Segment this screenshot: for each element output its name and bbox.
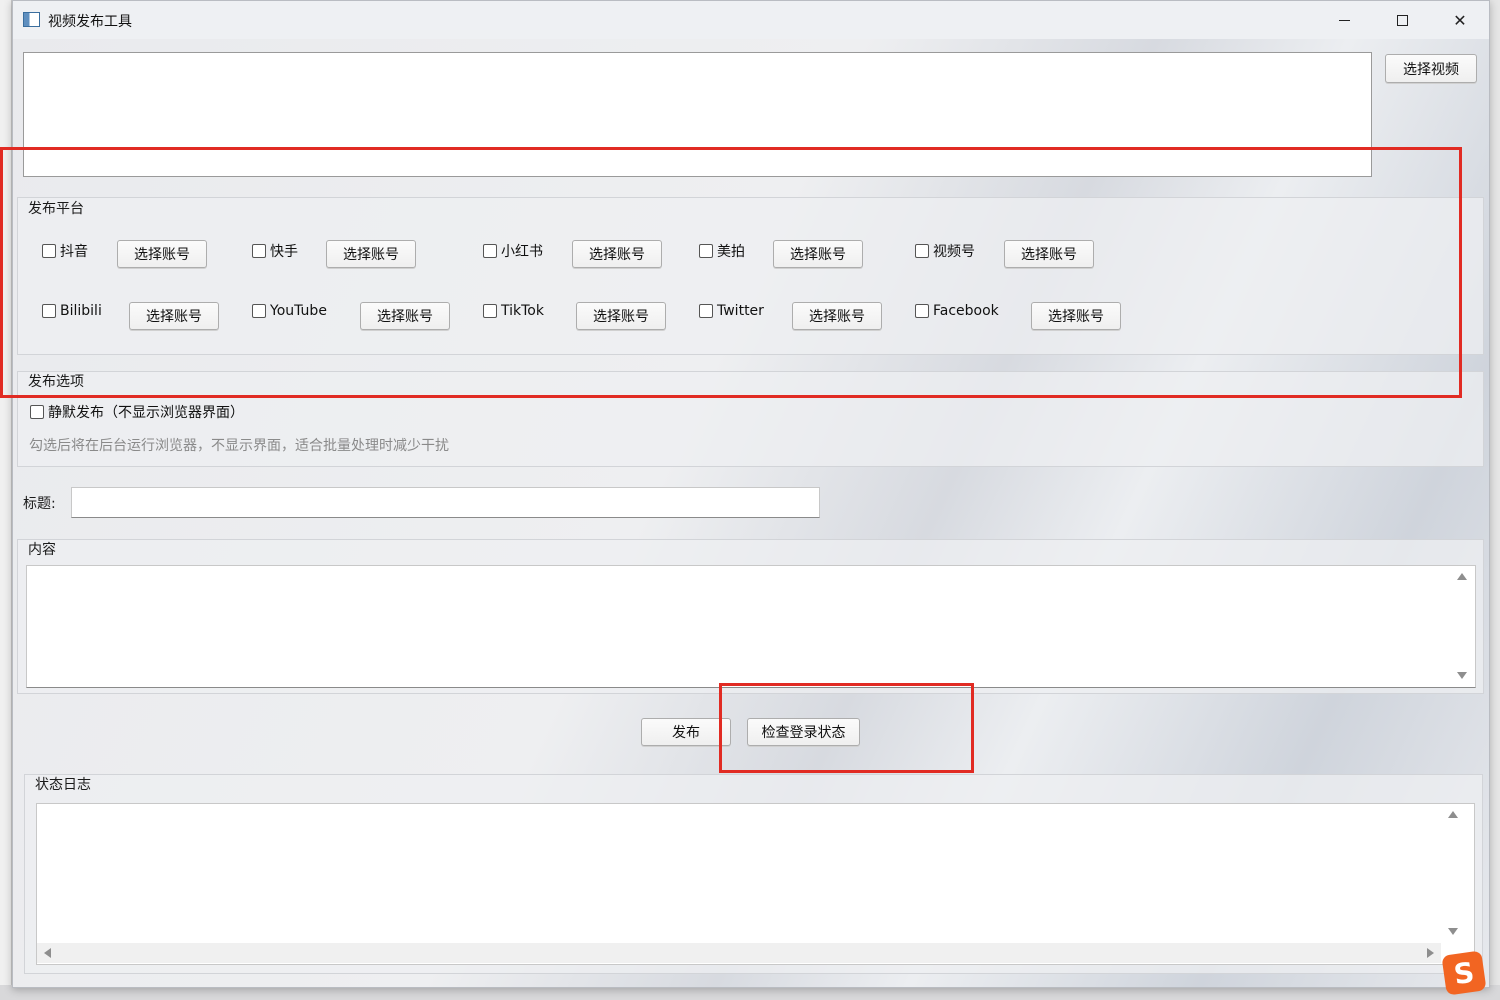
background-window-edge-right [1490,0,1500,1000]
minimize-button[interactable] [1315,1,1373,39]
platform-checkbox-bilibili[interactable]: Bilibili [42,303,102,319]
title-bar[interactable]: 视频发布工具 ✕ [13,1,1489,39]
select-account-button-tiktok[interactable]: 选择账号 [576,302,666,330]
content-group-title: 内容 [28,542,56,558]
status-log-textarea[interactable] [36,803,1475,965]
silent-publish-label: 静默发布（不显示浏览器界面） [48,405,244,421]
log-scroll-up-icon[interactable] [1448,811,1458,818]
platform-checkbox-twitter[interactable]: Twitter [699,303,764,319]
platform-label: 抖音 [60,244,88,260]
platform-label: TikTok [501,303,544,319]
select-account-button-kuaishou[interactable]: 选择账号 [326,240,416,268]
title-label: 标题: [23,496,56,512]
log-scroll-left-icon[interactable] [44,948,51,958]
maximize-icon [1396,14,1408,26]
select-account-button-meipai[interactable]: 选择账号 [773,240,863,268]
checkbox-box[interactable] [252,304,266,318]
platform-label: Facebook [933,303,999,319]
video-file-list[interactable] [23,52,1372,177]
select-account-button-shipinhao[interactable]: 选择账号 [1004,240,1094,268]
select-account-button-bilibili[interactable]: 选择账号 [129,302,219,330]
app-window: 视频发布工具 ✕ 选择视频 发布平台 抖音 选择账号 快手 选择账号 小红书 选… [12,0,1490,988]
platform-label: Twitter [717,303,764,319]
checkbox-box[interactable] [699,244,713,258]
platform-checkbox-tiktok[interactable]: TikTok [483,303,544,319]
select-account-button-xiaohongshu[interactable]: 选择账号 [572,240,662,268]
check-login-button[interactable]: 检查登录状态 [747,718,860,746]
app-icon [23,12,40,27]
platform-group-title: 发布平台 [28,201,84,217]
checkbox-box[interactable] [699,304,713,318]
window-title: 视频发布工具 [48,14,132,30]
publish-button[interactable]: 发布 [641,718,731,746]
platform-checkbox-xiaohongshu[interactable]: 小红书 [483,241,543,261]
platform-checkbox-youtube[interactable]: YouTube [252,303,327,319]
log-group-title: 状态日志 [35,777,91,793]
platform-label: 美拍 [717,244,745,260]
silent-publish-checkbox[interactable]: 静默发布（不显示浏览器界面） [30,402,244,422]
checkbox-box[interactable] [915,244,929,258]
maximize-button[interactable] [1373,1,1431,39]
platform-checkbox-kuaishou[interactable]: 快手 [252,241,298,261]
checkbox-box[interactable] [30,405,44,419]
log-horizontal-scrollbar[interactable] [37,943,1441,963]
checkbox-box[interactable] [483,304,497,318]
platform-label: YouTube [270,303,327,319]
scroll-down-icon[interactable] [1457,672,1467,679]
platform-label: 小红书 [501,244,543,260]
platform-groupbox [17,197,1484,355]
title-input[interactable] [71,487,820,518]
log-scroll-right-icon[interactable] [1427,948,1434,958]
platform-checkbox-meipai[interactable]: 美拍 [699,241,745,261]
checkbox-box[interactable] [42,244,56,258]
select-account-button-facebook[interactable]: 选择账号 [1031,302,1121,330]
content-textarea[interactable] [26,565,1476,688]
checkbox-box[interactable] [915,304,929,318]
close-icon: ✕ [1453,10,1467,30]
silent-publish-hint: 勾选后将在后台运行浏览器，不显示界面，适合批量处理时减少干扰 [29,438,449,454]
platform-label: 视频号 [933,244,975,260]
minimize-icon [1338,19,1350,21]
select-account-button-youtube[interactable]: 选择账号 [360,302,450,330]
sogou-ime-icon[interactable]: S [1441,950,1487,996]
checkbox-box[interactable] [42,304,56,318]
select-video-button[interactable]: 选择视频 [1385,54,1477,83]
log-scroll-down-icon[interactable] [1448,928,1458,935]
select-account-button-douyin[interactable]: 选择账号 [117,240,207,268]
select-account-button-twitter[interactable]: 选择账号 [792,302,882,330]
platform-label: Bilibili [60,303,102,319]
options-group-title: 发布选项 [28,374,84,390]
checkbox-box[interactable] [252,244,266,258]
platform-label: 快手 [270,244,298,260]
platform-checkbox-douyin[interactable]: 抖音 [42,241,88,261]
platform-checkbox-shipinhao[interactable]: 视频号 [915,241,975,261]
checkbox-box[interactable] [483,244,497,258]
platform-checkbox-facebook[interactable]: Facebook [915,303,999,319]
background-window-edge [0,0,12,1000]
scroll-up-icon[interactable] [1457,573,1467,580]
close-button[interactable]: ✕ [1431,1,1489,39]
